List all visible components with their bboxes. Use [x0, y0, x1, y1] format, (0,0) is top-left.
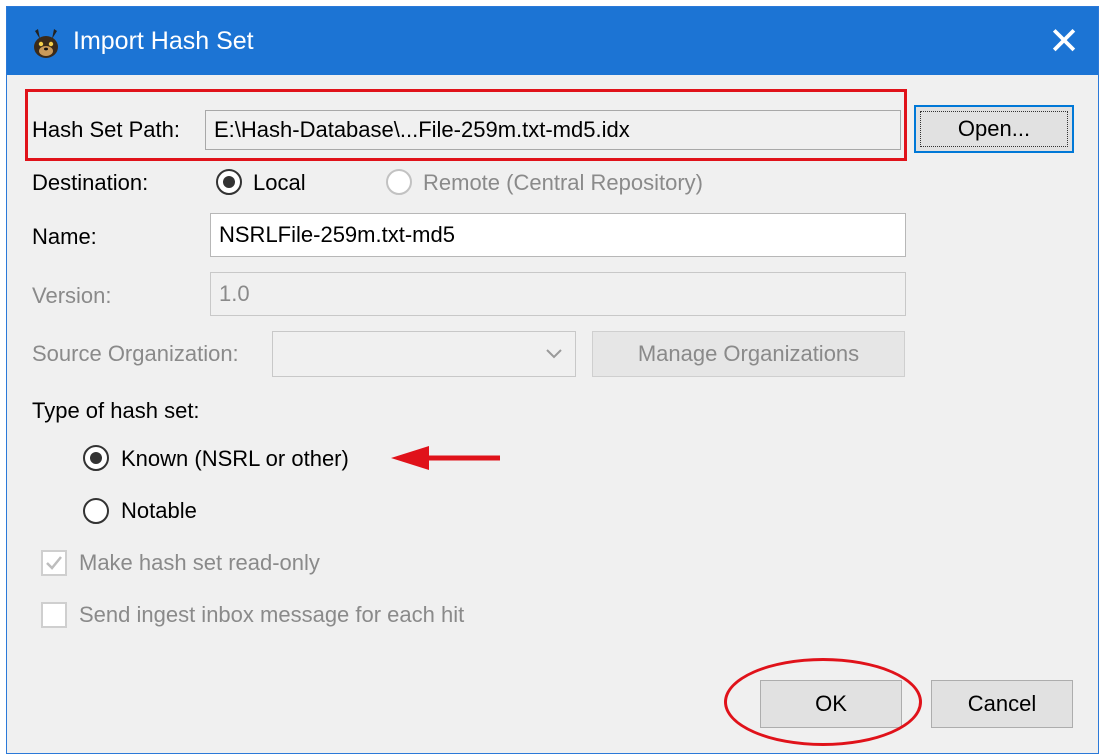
ingest-inbox-label: Send ingest inbox message for each hit — [79, 602, 465, 627]
read-only-label: Make hash set read-only — [79, 550, 320, 575]
name-input[interactable]: NSRLFile-259m.txt-md5 — [210, 213, 906, 257]
destination-remote-label: Remote (Central Repository) — [423, 170, 703, 195]
known-label[interactable]: Known (NSRL or other) — [121, 446, 349, 472]
autopsy-app-icon — [34, 29, 58, 58]
read-only-checkbox — [41, 550, 67, 576]
open-button[interactable]: Open... — [914, 105, 1074, 153]
manage-organizations-button: Manage Organizations — [592, 331, 905, 377]
notable-radio[interactable] — [83, 498, 109, 524]
version-input: 1.0 — [210, 272, 906, 316]
chevron-down-icon — [546, 349, 562, 359]
hash-set-path-field[interactable]: E:\Hash-Database\...File-259m.txt-md5.id… — [205, 110, 901, 150]
checkmark-icon — [46, 556, 62, 570]
destination-local-label[interactable]: Local — [253, 170, 306, 196]
version-label: Version: — [32, 283, 112, 308]
known-radio[interactable] — [83, 445, 109, 471]
name-label: Name: — [32, 224, 97, 249]
hash-set-path-label: Hash Set Path: — [32, 117, 180, 142]
red-arrow-annotation — [391, 446, 500, 470]
cancel-button[interactable]: Cancel — [931, 680, 1073, 728]
ingest-inbox-checkbox — [41, 602, 67, 628]
destination-remote-radio — [386, 169, 412, 195]
notable-label[interactable]: Notable — [121, 498, 197, 524]
ok-button[interactable]: OK — [760, 680, 902, 728]
import-hash-set-dialog: Import Hash Set ✕ Hash Set Path: E:\Hash… — [6, 6, 1099, 754]
source-organization-select — [272, 331, 576, 377]
destination-label: Destination: — [32, 170, 149, 195]
hash-type-label: Type of hash set: — [32, 398, 200, 423]
close-icon[interactable]: ✕ — [1030, 7, 1098, 75]
destination-local-radio[interactable] — [216, 169, 242, 195]
window-title: Import Hash Set — [73, 27, 254, 55]
source-organization-label: Source Organization: — [32, 341, 239, 366]
title-bar: Import Hash Set ✕ — [7, 7, 1098, 75]
